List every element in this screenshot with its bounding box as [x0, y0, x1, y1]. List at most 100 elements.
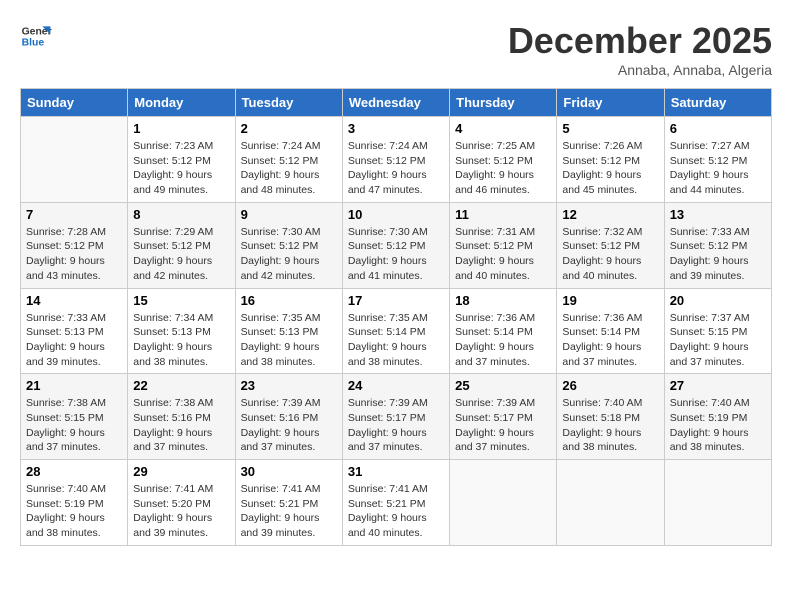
- day-cell: 29Sunrise: 7:41 AM Sunset: 5:20 PM Dayli…: [128, 460, 235, 546]
- week-row-2: 7 Sunrise: 7:28 AM Sunset: 5:12 PM Daylig…: [21, 202, 772, 288]
- day-info: Sunrise: 7:33 AM Sunset: 5:12 PM Dayligh…: [670, 225, 766, 284]
- day-info: Sunrise: 7:30 AM Sunset: 5:12 PM Dayligh…: [348, 225, 444, 284]
- day-info: Sunrise: 7:36 AM Sunset: 5:14 PM Dayligh…: [562, 311, 658, 370]
- calendar-table: SundayMondayTuesdayWednesdayThursdayFrid…: [20, 88, 772, 546]
- day-info: Sunrise: 7:40 AM Sunset: 5:19 PM Dayligh…: [670, 396, 766, 455]
- calendar-header: SundayMondayTuesdayWednesdayThursdayFrid…: [21, 89, 772, 117]
- day-info: Sunrise: 7:40 AM Sunset: 5:19 PM Dayligh…: [26, 482, 122, 541]
- day-cell: 2 Sunrise: 7:24 AM Sunset: 5:12 PM Daylig…: [235, 117, 342, 203]
- day-number: 22: [133, 378, 229, 393]
- day-cell: 22 Sunrise: 7:38 AM Sunset: 5:16 PM Dayli…: [128, 374, 235, 460]
- day-number: 8: [133, 207, 229, 222]
- day-cell: 5 Sunrise: 7:26 AM Sunset: 5:12 PM Daylig…: [557, 117, 664, 203]
- day-cell: [664, 460, 771, 546]
- day-info: Sunrise: 7:33 AM Sunset: 5:13 PM Dayligh…: [26, 311, 122, 370]
- day-number: 13: [670, 207, 766, 222]
- title-section: December 2025 Annaba, Annaba, Algeria: [508, 20, 772, 78]
- day-cell: 16 Sunrise: 7:35 AM Sunset: 5:13 PM Dayli…: [235, 288, 342, 374]
- week-row-3: 14Sunrise: 7:33 AM Sunset: 5:13 PM Dayli…: [21, 288, 772, 374]
- day-info: Sunrise: 7:34 AM Sunset: 5:13 PM Dayligh…: [133, 311, 229, 370]
- day-cell: 8 Sunrise: 7:29 AM Sunset: 5:12 PM Daylig…: [128, 202, 235, 288]
- day-number: 30: [241, 464, 337, 479]
- day-cell: 9Sunrise: 7:30 AM Sunset: 5:12 PM Daylig…: [235, 202, 342, 288]
- day-info: Sunrise: 7:25 AM Sunset: 5:12 PM Dayligh…: [455, 139, 551, 198]
- day-number: 18: [455, 293, 551, 308]
- day-number: 5: [562, 121, 658, 136]
- day-cell: 21 Sunrise: 7:38 AM Sunset: 5:15 PM Dayli…: [21, 374, 128, 460]
- day-info: Sunrise: 7:35 AM Sunset: 5:13 PM Dayligh…: [241, 311, 337, 370]
- day-number: 7: [26, 207, 122, 222]
- day-info: Sunrise: 7:39 AM Sunset: 5:17 PM Dayligh…: [348, 396, 444, 455]
- day-info: Sunrise: 7:27 AM Sunset: 5:12 PM Dayligh…: [670, 139, 766, 198]
- day-cell: 14Sunrise: 7:33 AM Sunset: 5:13 PM Dayli…: [21, 288, 128, 374]
- header-row: SundayMondayTuesdayWednesdayThursdayFrid…: [21, 89, 772, 117]
- day-number: 29: [133, 464, 229, 479]
- day-info: Sunrise: 7:41 AM Sunset: 5:21 PM Dayligh…: [348, 482, 444, 541]
- day-cell: 30 Sunrise: 7:41 AM Sunset: 5:21 PM Dayli…: [235, 460, 342, 546]
- day-number: 31: [348, 464, 444, 479]
- week-row-5: 28Sunrise: 7:40 AM Sunset: 5:19 PM Dayli…: [21, 460, 772, 546]
- day-cell: 12 Sunrise: 7:32 AM Sunset: 5:12 PM Dayli…: [557, 202, 664, 288]
- header-cell-sunday: Sunday: [21, 89, 128, 117]
- day-cell: 7 Sunrise: 7:28 AM Sunset: 5:12 PM Daylig…: [21, 202, 128, 288]
- day-cell: [557, 460, 664, 546]
- day-cell: 10 Sunrise: 7:30 AM Sunset: 5:12 PM Dayli…: [342, 202, 449, 288]
- day-info: Sunrise: 7:24 AM Sunset: 5:12 PM Dayligh…: [348, 139, 444, 198]
- day-cell: 17Sunrise: 7:35 AM Sunset: 5:14 PM Dayli…: [342, 288, 449, 374]
- header-cell-friday: Friday: [557, 89, 664, 117]
- day-cell: 27 Sunrise: 7:40 AM Sunset: 5:19 PM Dayli…: [664, 374, 771, 460]
- day-cell: 6 Sunrise: 7:27 AM Sunset: 5:12 PM Daylig…: [664, 117, 771, 203]
- day-cell: 23Sunrise: 7:39 AM Sunset: 5:16 PM Dayli…: [235, 374, 342, 460]
- day-number: 4: [455, 121, 551, 136]
- day-cell: 13 Sunrise: 7:33 AM Sunset: 5:12 PM Dayli…: [664, 202, 771, 288]
- day-info: Sunrise: 7:37 AM Sunset: 5:15 PM Dayligh…: [670, 311, 766, 370]
- day-number: 25: [455, 378, 551, 393]
- month-title: December 2025: [508, 20, 772, 62]
- day-info: Sunrise: 7:39 AM Sunset: 5:16 PM Dayligh…: [241, 396, 337, 455]
- day-cell: 31 Sunrise: 7:41 AM Sunset: 5:21 PM Dayli…: [342, 460, 449, 546]
- calendar-body: 1Sunrise: 7:23 AM Sunset: 5:12 PM Daylig…: [21, 117, 772, 546]
- day-info: Sunrise: 7:35 AM Sunset: 5:14 PM Dayligh…: [348, 311, 444, 370]
- day-cell: [450, 460, 557, 546]
- day-number: 9: [241, 207, 337, 222]
- day-cell: 3 Sunrise: 7:24 AM Sunset: 5:12 PM Daylig…: [342, 117, 449, 203]
- day-number: 6: [670, 121, 766, 136]
- day-info: Sunrise: 7:40 AM Sunset: 5:18 PM Dayligh…: [562, 396, 658, 455]
- location-subtitle: Annaba, Annaba, Algeria: [508, 62, 772, 78]
- header-cell-wednesday: Wednesday: [342, 89, 449, 117]
- day-cell: 28Sunrise: 7:40 AM Sunset: 5:19 PM Dayli…: [21, 460, 128, 546]
- day-cell: 26Sunrise: 7:40 AM Sunset: 5:18 PM Dayli…: [557, 374, 664, 460]
- day-number: 2: [241, 121, 337, 136]
- day-info: Sunrise: 7:28 AM Sunset: 5:12 PM Dayligh…: [26, 225, 122, 284]
- day-number: 19: [562, 293, 658, 308]
- day-cell: 19 Sunrise: 7:36 AM Sunset: 5:14 PM Dayli…: [557, 288, 664, 374]
- day-number: 3: [348, 121, 444, 136]
- day-number: 12: [562, 207, 658, 222]
- day-cell: 15Sunrise: 7:34 AM Sunset: 5:13 PM Dayli…: [128, 288, 235, 374]
- day-cell: [21, 117, 128, 203]
- day-info: Sunrise: 7:26 AM Sunset: 5:12 PM Dayligh…: [562, 139, 658, 198]
- week-row-4: 21 Sunrise: 7:38 AM Sunset: 5:15 PM Dayli…: [21, 374, 772, 460]
- svg-text:Blue: Blue: [22, 38, 45, 49]
- day-info: Sunrise: 7:39 AM Sunset: 5:17 PM Dayligh…: [455, 396, 551, 455]
- day-cell: 4 Sunrise: 7:25 AM Sunset: 5:12 PM Daylig…: [450, 117, 557, 203]
- day-info: Sunrise: 7:38 AM Sunset: 5:15 PM Dayligh…: [26, 396, 122, 455]
- day-cell: 18 Sunrise: 7:36 AM Sunset: 5:14 PM Dayli…: [450, 288, 557, 374]
- day-info: Sunrise: 7:41 AM Sunset: 5:21 PM Dayligh…: [241, 482, 337, 541]
- day-info: Sunrise: 7:36 AM Sunset: 5:14 PM Dayligh…: [455, 311, 551, 370]
- day-info: Sunrise: 7:24 AM Sunset: 5:12 PM Dayligh…: [241, 139, 337, 198]
- header-cell-tuesday: Tuesday: [235, 89, 342, 117]
- day-info: Sunrise: 7:32 AM Sunset: 5:12 PM Dayligh…: [562, 225, 658, 284]
- header-cell-thursday: Thursday: [450, 89, 557, 117]
- day-number: 27: [670, 378, 766, 393]
- day-cell: 24Sunrise: 7:39 AM Sunset: 5:17 PM Dayli…: [342, 374, 449, 460]
- page-header: General Blue December 2025 Annaba, Annab…: [20, 20, 772, 78]
- day-number: 21: [26, 378, 122, 393]
- day-info: Sunrise: 7:29 AM Sunset: 5:12 PM Dayligh…: [133, 225, 229, 284]
- day-cell: 1Sunrise: 7:23 AM Sunset: 5:12 PM Daylig…: [128, 117, 235, 203]
- day-number: 10: [348, 207, 444, 222]
- day-info: Sunrise: 7:38 AM Sunset: 5:16 PM Dayligh…: [133, 396, 229, 455]
- logo: General Blue: [20, 20, 52, 52]
- header-cell-monday: Monday: [128, 89, 235, 117]
- day-number: 16: [241, 293, 337, 308]
